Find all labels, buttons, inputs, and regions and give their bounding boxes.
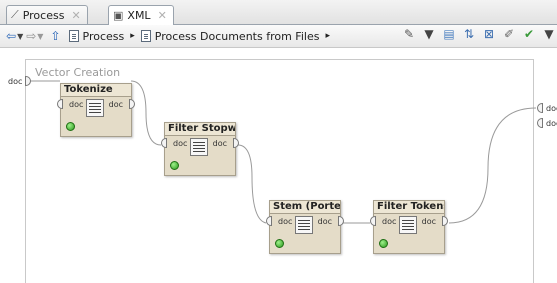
output-port-label: doc [212, 139, 227, 148]
tab-strip: ⟋ Process ✕ ▣ XML ✕ [0, 0, 557, 25]
output-port-label: doc [317, 217, 332, 226]
operator-tokenize[interactable]: Tokenize doc doc [57, 83, 135, 137]
forward-arrow-icon[interactable]: ⇨ [26, 27, 36, 45]
chevron-down-icon[interactable]: ▼ [421, 27, 437, 41]
close-icon[interactable]: ✕ [71, 9, 80, 22]
document-icon [190, 138, 208, 156]
input-port-label: doc [382, 217, 397, 226]
input-port[interactable] [57, 99, 63, 109]
outer-output-port[interactable] [537, 118, 543, 128]
input-port[interactable] [370, 216, 376, 226]
status-indicator-icon [170, 161, 179, 170]
xml-icon: ▣ [113, 9, 124, 22]
stop-icon[interactable]: ⊠ [481, 27, 497, 41]
sort-icon[interactable]: ⇅ [461, 27, 477, 41]
outer-output-port[interactable] [537, 103, 543, 113]
operator-title: Filter Tokens ... [374, 201, 444, 214]
document-icon [86, 99, 104, 117]
operator-filter-tokens[interactable]: Filter Tokens ... doc doc [370, 200, 448, 254]
wrench-icon[interactable]: ✎ [401, 27, 417, 41]
tab-xml[interactable]: ▣ XML ✕ [108, 5, 174, 25]
process-canvas[interactable]: Vector Creation doc doc doc Tokenize doc… [0, 48, 557, 283]
up-arrow-icon[interactable]: ⇧ [50, 27, 60, 45]
breadcrumb-label: Process [82, 29, 125, 43]
output-port-label: doc [108, 100, 123, 109]
outer-output-label: doc [546, 104, 557, 113]
breadcrumb-separator: ▸ [325, 31, 330, 41]
document-icon [140, 30, 151, 42]
document-icon [295, 216, 313, 234]
status-indicator-icon [66, 122, 75, 131]
breadcrumb-process[interactable]: Process [68, 29, 125, 43]
panel-icon[interactable]: ▤ [441, 27, 457, 41]
back-arrow-icon[interactable]: ⇦ [6, 27, 16, 45]
auto-wire-icon[interactable]: ✔ [521, 27, 537, 41]
input-port-label: doc [278, 217, 293, 226]
toolbar-right-group: ✎ ▼ ▤ ⇅ ⊠ ✐ ✔ ▼ [401, 27, 557, 41]
status-indicator-icon [275, 239, 284, 248]
document-icon [68, 30, 79, 42]
input-port-label: doc [69, 100, 84, 109]
tab-label: Process [22, 8, 65, 22]
chevron-down-icon[interactable]: ▼ [541, 27, 557, 41]
tab-process[interactable]: ⟋ Process ✕ [6, 5, 88, 24]
close-icon[interactable]: ✕ [158, 9, 167, 22]
operator-title: Tokenize [61, 84, 131, 97]
operator-filter-stopwords[interactable]: Filter Stopwor... doc doc [161, 122, 239, 176]
operator-stem-porter[interactable]: Stem (Porter) doc doc [266, 200, 344, 254]
input-port[interactable] [161, 138, 167, 148]
operator-title: Stem (Porter) [270, 201, 340, 214]
breadcrumb-process-documents[interactable]: Process Documents from Files [140, 29, 320, 43]
breadcrumb-label: Process Documents from Files [154, 29, 320, 43]
breadcrumb-separator: ▸ [130, 31, 135, 41]
status-indicator-icon [379, 239, 388, 248]
chevron-down-icon[interactable]: ▼ [17, 32, 23, 41]
tab-label: XML [127, 9, 151, 22]
outer-output-label: doc [546, 119, 557, 128]
process-icon: ⟋ [11, 8, 19, 21]
input-port[interactable] [266, 216, 272, 226]
edit-icon[interactable]: ✐ [501, 27, 517, 41]
operator-title: Filter Stopwor... [165, 123, 235, 136]
output-port-label: doc [421, 217, 436, 226]
document-icon [399, 216, 417, 234]
chevron-down-icon[interactable]: ▼ [37, 32, 43, 41]
process-toolbar: ⇦ ▼ ⇨ ▼ ⇧ Process ▸ Process Documents fr… [0, 25, 557, 48]
outer-input-label: doc [8, 77, 23, 86]
input-port-label: doc [173, 139, 188, 148]
